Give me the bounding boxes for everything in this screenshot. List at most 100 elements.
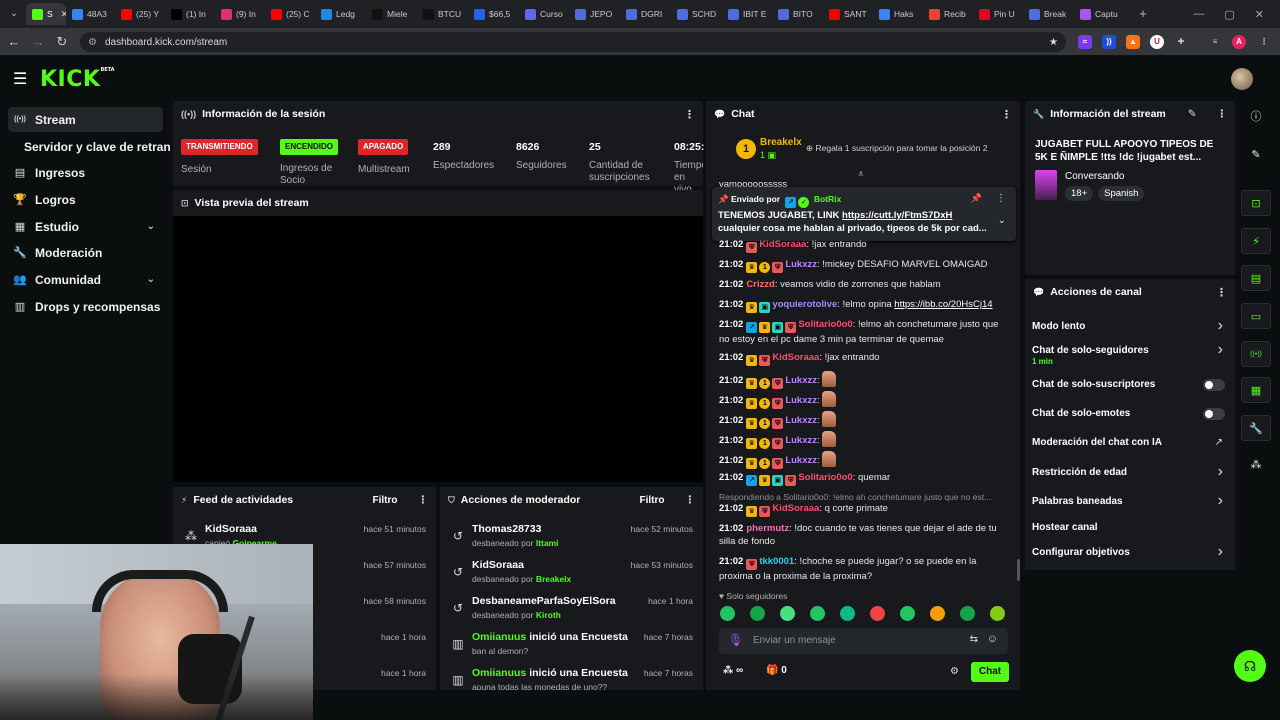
send-chat-button[interactable]: Chat [971, 662, 1009, 682]
chat-message[interactable]: 21:02 ♛ 1 ⛨ Lukxzz: [719, 411, 1011, 429]
site-info-icon[interactable]: ⚙ [88, 37, 97, 48]
chat-message-input[interactable]: 🎙 Enviar un mensaje ⇆ ☺ [719, 628, 1008, 654]
chat-message[interactable]: 21:02 ♛ 1 ⛨ Lukxzz: !mickey DESAFIO MARVEL O… [719, 258, 1011, 273]
top-gifter-name[interactable]: Breakelx [760, 137, 802, 148]
channel-action[interactable]: Chat de solo-suscriptores [1032, 379, 1232, 390]
sidebar-item-2[interactable]: ▤ Ingresos [8, 160, 163, 185]
browser-tab[interactable]: BITO [772, 3, 823, 25]
chevron-right-icon[interactable]: › [1218, 341, 1223, 359]
emote-icon[interactable] [810, 606, 825, 621]
sidebar-item-7[interactable]: ▥ Drops y recompensas [8, 294, 163, 319]
more-options-icon[interactable]: ⋮ [684, 108, 695, 121]
collapse-icon[interactable]: ⩡ [858, 169, 864, 180]
channel-action[interactable]: Configurar objetivos [1032, 547, 1232, 558]
chat-scrollbar[interactable] [1017, 559, 1020, 581]
chevron-down-icon[interactable]: ⌄ [147, 274, 155, 285]
more-options-icon[interactable]: ⋮ [1216, 286, 1227, 299]
external-link-icon[interactable]: ↗ [1215, 437, 1223, 448]
extensions-puzzle-icon[interactable]: ✚ [1174, 35, 1188, 49]
forward-icon[interactable]: → [30, 34, 46, 49]
browser-tab[interactable]: BTCU [417, 3, 468, 25]
chat-message[interactable]: 21:02 ⛨ KidSoraaa: !jax entrando [719, 238, 1011, 253]
mod-action-row[interactable]: ↺ KidSoraaa desbaneado por Breakelx hace 53… [440, 555, 703, 591]
sidebar-item-3[interactable]: 🏆 Logros [8, 187, 163, 212]
chevron-down-icon[interactable]: ⌄ [998, 215, 1006, 226]
chat-message[interactable]: 21:02 ♛ ⛨ KidSoraaa: !jax entrando [719, 351, 1011, 366]
layout-icon[interactable]: ▦ [1241, 377, 1271, 403]
maximize-icon[interactable]: ▢ [1224, 8, 1234, 21]
browser-tab[interactable]: S ✕ [26, 3, 66, 25]
emote-icon[interactable] [750, 606, 765, 621]
translate-icon[interactable]: ⇆ [970, 634, 978, 645]
chat-link[interactable]: https://ibb.co/20HsCj14 [894, 299, 992, 310]
chat-message[interactable]: 21:02 Crizzd: veamos vidio de zorrones qu… [719, 278, 1011, 291]
chevron-down-icon[interactable]: ⌄ [147, 221, 155, 232]
chat-username[interactable]: phermutz [746, 523, 789, 534]
browser-tab[interactable]: DGRI [620, 3, 671, 25]
chat-message[interactable]: 21:02 ♛ 1 ⛨ Lukxzz: [719, 431, 1011, 449]
wrench-icon[interactable]: 🔧 [1241, 415, 1271, 441]
browser-tab[interactable]: Recib [923, 3, 973, 25]
channel-action[interactable]: Moderación del chat con IA [1032, 437, 1232, 448]
edit-icon[interactable]: ✎ [1188, 108, 1197, 120]
emote-icon[interactable] [990, 606, 1005, 621]
mod-action-row[interactable]: ▥ Omiianuus inició una Encuesta apuna toda… [440, 663, 703, 690]
focus-icon[interactable]: ⊡ [1241, 190, 1271, 216]
extension-icon[interactable]: ▲ [1126, 35, 1140, 49]
browser-tab[interactable]: (1) In [165, 3, 215, 25]
file-icon[interactable]: ▤ [1241, 265, 1271, 291]
support-headset-icon[interactable]: ☊ [1234, 650, 1266, 682]
emote-icon[interactable] [960, 606, 975, 621]
category-name[interactable]: Conversando [1065, 171, 1124, 182]
profile-avatar[interactable]: A [1232, 35, 1246, 49]
chat-username[interactable]: Lukxzz [785, 455, 817, 466]
chat-username[interactable]: KidSoraaa [759, 239, 806, 250]
channel-action[interactable]: Chat de solo-seguidores 1 min [1032, 345, 1232, 366]
browser-tab[interactable]: SANT [823, 3, 873, 25]
chat-username[interactable]: Lukxzz [785, 435, 817, 446]
mod-action-row[interactable]: ↺ DesbaneameParfaSoyElSora desbaneado por … [440, 591, 703, 627]
mod-action-row[interactable]: ▥ Omiianuus inició una Encuesta ban al dem… [440, 627, 703, 663]
more-options-icon[interactable]: ⋮ [1217, 108, 1228, 120]
more-options-icon[interactable]: ⋮ [1001, 108, 1012, 121]
browser-tab[interactable]: Curso [519, 3, 569, 25]
chevron-right-icon[interactable]: › [1218, 543, 1223, 561]
channel-action[interactable]: Restricción de edad [1032, 467, 1232, 478]
emote-icon[interactable] [900, 606, 915, 621]
browser-tab[interactable]: (9) In [215, 3, 265, 25]
video-player[interactable] [173, 216, 703, 482]
tab-search-icon[interactable]: ⌄ [5, 5, 23, 23]
stream-tag[interactable]: 18+ [1065, 186, 1094, 201]
url-field[interactable]: ⚙ dashboard.kick.com/stream ★ [80, 32, 1066, 52]
gift-prompt[interactable]: ⊕ Regala 1 suscripción para tomar la pos… [806, 143, 987, 154]
channel-action[interactable]: Chat de solo-emotes [1032, 408, 1232, 419]
browser-tab[interactable]: Break [1023, 3, 1074, 25]
filter-button[interactable]: Filtro [640, 495, 665, 506]
chat-message[interactable]: 21:02 ↗ ♛ ▣ ⛨ Solitario0o0: !elmo ah conchetu… [719, 318, 1011, 346]
pinned-link[interactable]: https://cutt.ly/FtmS7DxH [842, 210, 952, 221]
reading-list-icon[interactable]: ≡ [1208, 35, 1222, 49]
toggle-switch[interactable] [1203, 379, 1225, 391]
browser-tab[interactable]: Haks [873, 3, 923, 25]
toggle-switch[interactable] [1203, 408, 1225, 420]
filter-button[interactable]: Filtro [373, 495, 398, 506]
minimize-icon[interactable]: — [1193, 8, 1204, 20]
chat-message[interactable]: 21:02 phermutz: !doc cuando te vas tienes… [719, 522, 1011, 548]
browser-tab[interactable]: 48A3 [66, 3, 115, 25]
chat-message[interactable]: 21:02 ⛨ tkk0001: !choche se puede jugar? o… [719, 555, 1011, 583]
emote-icon[interactable] [930, 606, 945, 621]
reload-icon[interactable]: ↻ [54, 34, 70, 50]
chat-username[interactable]: Solitario0o0 [798, 319, 852, 330]
more-options-icon[interactable]: ⋮ [685, 494, 696, 506]
lightning-icon[interactable]: ⚡ [1241, 228, 1271, 254]
chat-username[interactable]: tkk0001 [759, 556, 794, 567]
chevron-right-icon[interactable]: › [1218, 317, 1223, 335]
extension-icon[interactable]: )) [1102, 35, 1116, 49]
chevron-right-icon[interactable]: › [1218, 463, 1223, 481]
mod-action-row[interactable]: ↺ Thomas28733 desbaneado por Ittami hace 52… [440, 519, 703, 555]
browser-tab[interactable]: Pin U [973, 3, 1023, 25]
browser-tab[interactable]: $66,5 [468, 3, 519, 25]
channel-points[interactable]: ⁂ ∞ [723, 665, 743, 676]
sidebar-item-0[interactable]: ((•)) Stream [8, 107, 163, 132]
new-tab-button[interactable]: + [1134, 5, 1152, 23]
